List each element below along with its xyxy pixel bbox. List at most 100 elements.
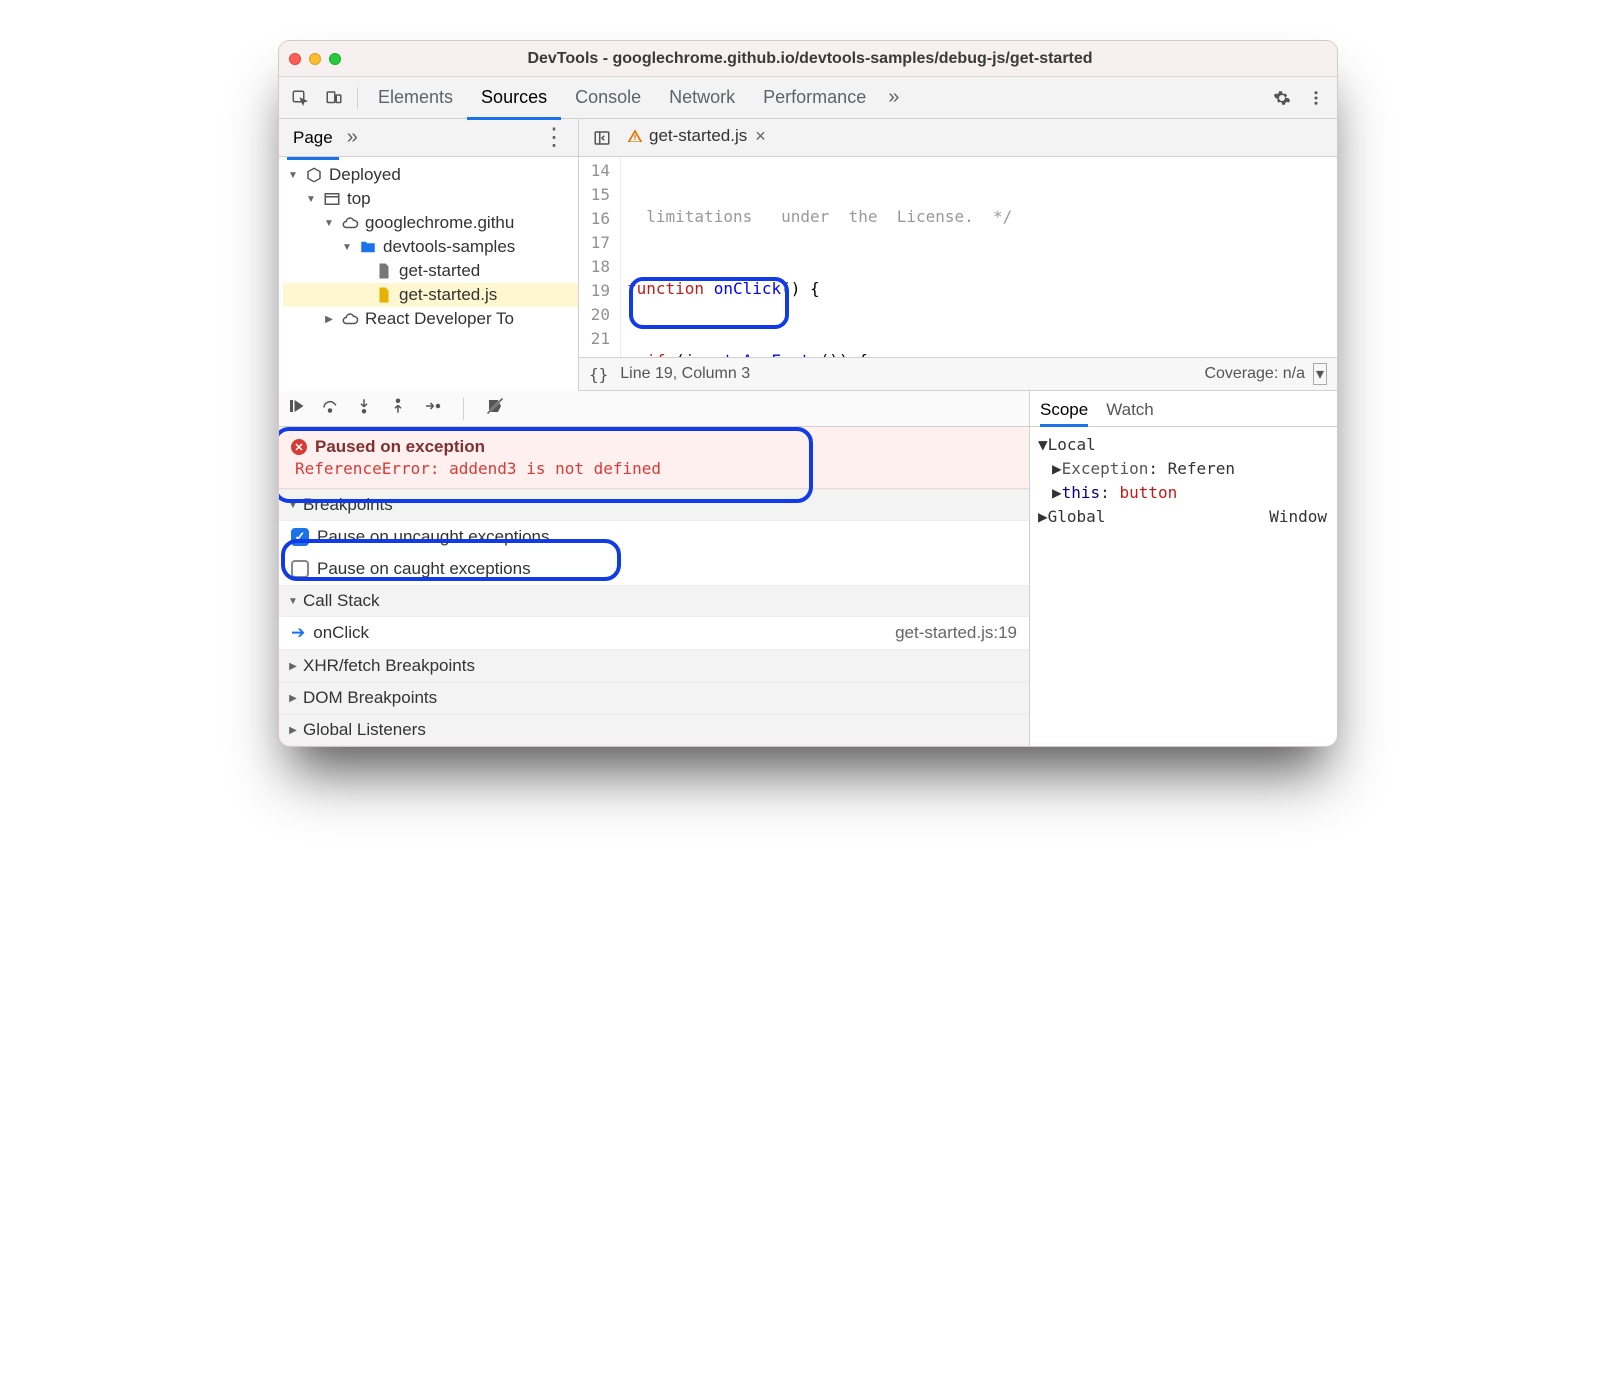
code-line: function onClick() { — [621, 277, 1337, 301]
tab-watch[interactable]: Watch — [1106, 400, 1154, 426]
disclosure-triangle-icon[interactable] — [323, 218, 335, 229]
tabs-overflow-button[interactable]: » — [880, 86, 907, 109]
coverage-label: Coverage: n/a — [1204, 365, 1305, 383]
code-editor: 14 15 16 17 18 19 20 21 limitations unde… — [579, 157, 1337, 391]
devtools-window: DevTools - googlechrome.github.io/devtoo… — [278, 40, 1338, 747]
zoom-window-button[interactable] — [329, 53, 341, 65]
section-label: XHR/fetch Breakpoints — [303, 656, 475, 676]
scope-global[interactable]: ▶GlobalWindow — [1038, 505, 1329, 529]
error-icon: ✕ — [291, 439, 307, 455]
kebab-menu-icon[interactable] — [1299, 77, 1333, 119]
code-line: if (inputsAreEmpty()) { — [621, 349, 1337, 357]
window-controls — [289, 53, 341, 65]
disclosure-triangle-icon[interactable] — [341, 242, 353, 253]
current-frame-icon: ➔ — [291, 623, 305, 643]
navigator-overflow[interactable]: » — [339, 126, 366, 149]
section-label: DOM Breakpoints — [303, 688, 437, 708]
tree-extension[interactable]: React Developer To — [283, 307, 578, 331]
disclosure-triangle-icon[interactable] — [305, 194, 317, 205]
disclosure-triangle-icon[interactable] — [287, 661, 299, 672]
inspect-element-icon[interactable] — [283, 77, 317, 119]
file-navigator: Deployed top googlechrome.githu — [279, 157, 579, 391]
close-tab-icon[interactable]: × — [755, 126, 766, 147]
section-label: Call Stack — [303, 591, 380, 611]
frame-icon — [323, 190, 341, 208]
tree-file-get-started[interactable]: get-started — [283, 259, 578, 283]
resume-button-icon[interactable] — [287, 397, 305, 420]
debugger-toolbar — [279, 391, 1029, 427]
tab-performance[interactable]: Performance — [749, 77, 880, 119]
tab-console[interactable]: Console — [561, 77, 655, 119]
paused-title: Paused on exception — [315, 437, 485, 457]
scope-local[interactable]: ▼Local — [1038, 433, 1329, 457]
callstack-header[interactable]: Call Stack — [279, 585, 1029, 617]
window-title: DevTools - googlechrome.github.io/devtoo… — [353, 50, 1327, 68]
step-over-icon[interactable] — [321, 397, 339, 420]
tree-file-get-started-js[interactable]: get-started.js — [283, 283, 578, 307]
xhr-breakpoints-header[interactable]: XHR/fetch Breakpoints — [279, 650, 1029, 682]
navigator-tab-page[interactable]: Page — [287, 124, 339, 152]
file-icon — [375, 262, 393, 280]
tree-label: googlechrome.githu — [365, 213, 514, 233]
tree-label: React Developer To — [365, 309, 514, 329]
section-label: Breakpoints — [303, 495, 393, 515]
sources-subtoolbar: Page » ⋮ get-started.js × — [279, 119, 1337, 157]
disclosure-triangle-icon[interactable] — [287, 500, 299, 511]
tab-elements[interactable]: Elements — [364, 77, 467, 119]
checkbox-checked-icon[interactable] — [291, 528, 309, 546]
close-window-button[interactable] — [289, 53, 301, 65]
separator — [463, 398, 464, 420]
cloud-icon — [341, 214, 359, 232]
device-toolbar-icon[interactable] — [317, 77, 351, 119]
global-listeners-header[interactable]: Global Listeners — [279, 714, 1029, 746]
cursor-position: Line 19, Column 3 — [620, 365, 750, 383]
tree-origin[interactable]: googlechrome.githu — [283, 211, 578, 235]
editor-tab-get-started-js[interactable]: get-started.js × — [619, 119, 774, 157]
cloud-icon — [341, 310, 359, 328]
step-into-icon[interactable] — [355, 397, 373, 420]
breakpoints-header[interactable]: Breakpoints — [279, 489, 1029, 521]
tree-label: get-started — [399, 261, 480, 281]
coverage-dropdown-icon[interactable]: ▾ — [1313, 363, 1327, 385]
tree-deployed[interactable]: Deployed — [283, 163, 578, 187]
devtools-toolbar: Elements Sources Console Network Perform… — [279, 77, 1337, 119]
section-label: Global Listeners — [303, 720, 426, 740]
tab-scope[interactable]: Scope — [1040, 400, 1088, 426]
tab-network[interactable]: Network — [655, 77, 749, 119]
disclosure-triangle-icon[interactable] — [323, 314, 335, 325]
tab-sources[interactable]: Sources — [467, 77, 561, 119]
minimize-window-button[interactable] — [309, 53, 321, 65]
disclosure-triangle-icon[interactable] — [287, 596, 299, 607]
code-body[interactable]: limitations under the License. */ functi… — [621, 157, 1337, 357]
folder-icon — [359, 238, 377, 256]
scope-panel: Scope Watch ▼Local ▶Exception: Referen ▶… — [1029, 391, 1337, 746]
tree-top[interactable]: top — [283, 187, 578, 211]
checkbox-unchecked-icon[interactable] — [291, 560, 309, 578]
dom-breakpoints-header[interactable]: DOM Breakpoints — [279, 682, 1029, 714]
paused-banner: ✕ Paused on exception ReferenceError: ad… — [279, 427, 1029, 489]
disclosure-triangle-icon[interactable] — [287, 725, 299, 736]
warning-icon — [627, 128, 643, 144]
step-out-icon[interactable] — [389, 397, 407, 420]
code-line: limitations under the License. */ — [621, 205, 1337, 229]
disclosure-triangle-icon[interactable] — [287, 693, 299, 704]
tree-label: get-started.js — [399, 285, 497, 305]
scope-this[interactable]: ▶this: button — [1038, 481, 1329, 505]
deactivate-breakpoints-icon[interactable] — [486, 397, 504, 420]
editor-status-bar: {} Line 19, Column 3 Coverage: n/a ▾ — [579, 357, 1337, 391]
pretty-print-icon[interactable]: {} — [589, 365, 608, 384]
pause-caught-row[interactable]: Pause on caught exceptions — [279, 553, 1029, 585]
step-icon[interactable] — [423, 397, 441, 420]
disclosure-triangle-icon[interactable] — [287, 170, 299, 181]
pause-uncaught-row[interactable]: Pause on uncaught exceptions — [279, 521, 1029, 553]
navigator-menu-icon[interactable]: ⋮ — [538, 123, 570, 152]
settings-gear-icon[interactable] — [1265, 77, 1299, 119]
editor-tab-label: get-started.js — [649, 126, 747, 146]
separator — [357, 87, 358, 109]
toggle-navigator-icon[interactable] — [585, 117, 619, 159]
callstack-frame[interactable]: ➔ onClick get-started.js:19 — [279, 617, 1029, 650]
tree-label: devtools-samples — [383, 237, 515, 257]
scope-exception[interactable]: ▶Exception: Referen — [1038, 457, 1329, 481]
frame-location[interactable]: get-started.js:19 — [895, 623, 1017, 643]
tree-folder[interactable]: devtools-samples — [283, 235, 578, 259]
